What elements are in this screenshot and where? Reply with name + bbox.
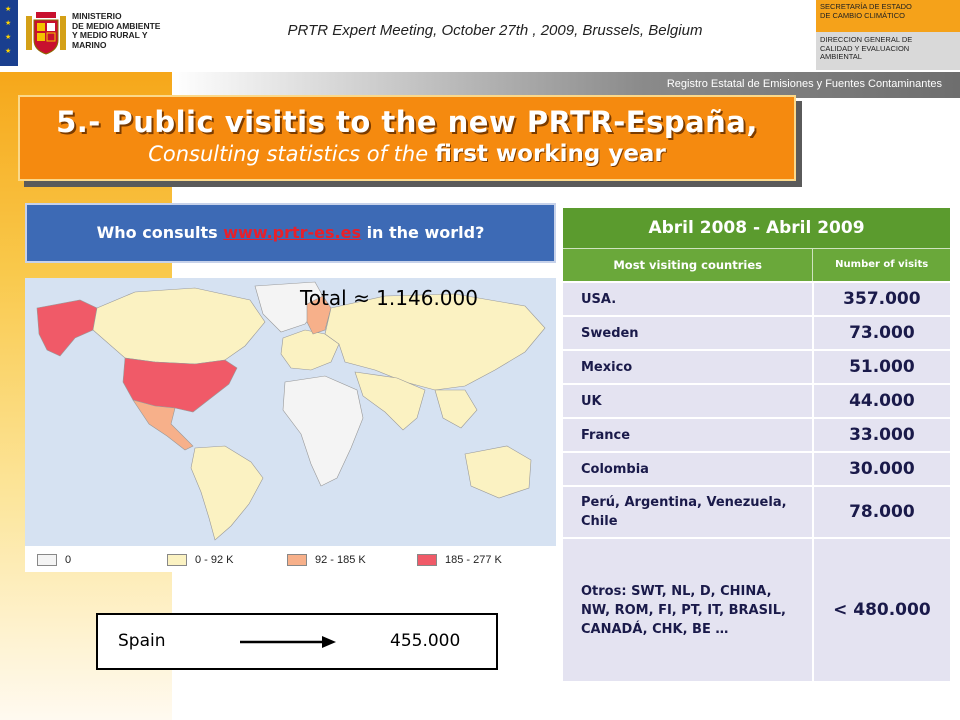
world-visits-map [25,278,556,546]
visits-table: Abril 2008 - Abril 2009 Most visiting co… [563,208,950,681]
slide-subtitle: Consulting statistics of the first worki… [20,141,794,167]
table-row: Otros: SWT, NL, D, CHINA, NW, ROM, FI, P… [563,537,950,681]
table-period-header: Abril 2008 - Abril 2009 [563,208,950,248]
legend-swatch [287,554,307,566]
table-row: Sweden 73.000 [563,315,950,349]
country-cell: UK [581,393,602,409]
map-australia [464,445,532,499]
map-legend: 0 0 - 92 K 92 - 185 K 185 - 277 K [25,546,556,572]
spain-label: Spain [118,631,166,651]
country-cell: Mexico [581,359,633,375]
country-cell: Otros: SWT, NL, D, CHINA, NW, ROM, FI, P… [581,583,786,637]
legend-swatch [37,554,57,566]
country-cell: Sweden [581,325,639,341]
direccion-line: AMBIENTAL [820,52,862,61]
spain-visits-box: Spain 455.000 [96,613,498,670]
map-southeast-asia [434,389,478,429]
spain-value: 455.000 [390,631,461,651]
visits-cell: 357.000 [811,283,950,315]
table-row: Perú, Argentina, Venezuela, Chile 78.000 [563,485,950,537]
eu-flag-strip: ★ ★ ★ ★ [0,0,18,66]
table-row: UK 44.000 [563,383,950,417]
visits-cell: 51.000 [811,351,950,383]
map-alaska [36,299,98,357]
table-row: France 33.000 [563,417,950,451]
map-canada [92,287,266,365]
conference-title: PRTR Expert Meeting, October 27th , 2009… [287,22,703,39]
legend-swatch [167,554,187,566]
prtr-website-link[interactable]: www.prtr-es.es [223,223,361,242]
column-header-visits: Number of visits [812,249,950,281]
subtitle-regular: Consulting statistics of the [148,142,435,166]
ministry-line: Y MEDIO RURAL Y MARINO [72,30,148,50]
spanish-coat-of-arms-icon [26,12,66,55]
ministry-name: MINISTERIO DE MEDIO AMBIENTE Y MEDIO RUR… [72,11,182,50]
map-south-america [190,445,264,541]
country-cell: Colombia [581,461,649,477]
column-header-countries: Most visiting countries [613,258,762,272]
visits-cell: 73.000 [811,317,950,349]
table-row: Mexico 51.000 [563,349,950,383]
secretaria-line: DE CAMBIO CLIMÁTICO [820,10,906,20]
arrow-right-icon [240,636,336,648]
visits-cell: 33.000 [811,419,950,451]
direccion-box: DIRECCION GENERAL DE CALIDAD Y EVALUACIO… [816,32,960,70]
header: ★ ★ ★ ★ MINISTERIO DE MEDIO AMBIENTE Y M… [0,0,960,72]
who-consults-box: Who consults www.prtr-es.es in the world… [25,203,556,263]
slide-title: 5.- Public visitis to the new PRTR-Españ… [56,105,758,139]
world-map-graphic [36,281,546,541]
country-cell: USA. [581,291,617,307]
visits-cell: < 480.000 [811,539,950,681]
who-text-after: in the world? [361,223,485,242]
legend-label: 185 - 277 K [445,554,502,566]
legend-label: 92 - 185 K [315,554,366,566]
legend-label: 0 - 92 K [195,554,234,566]
who-text-before: Who consults [96,223,224,242]
who-consults-text: Who consults www.prtr-es.es in the world… [27,223,554,242]
subtitle-bold: first working year [434,141,666,167]
country-cell: France [581,427,631,443]
visits-cell: 44.000 [811,385,950,417]
legend-swatch [417,554,437,566]
table-column-headers: Most visiting countries Number of visits [563,248,950,281]
registry-text: Registro Estatal de Emisiones y Fuentes … [666,78,942,90]
legend-label: 0 [65,554,72,566]
visits-cell: 30.000 [811,453,950,485]
country-cell: Perú, Argentina, Venezuela, Chile [581,495,787,529]
secretaria-box: SECRETARÍA DE ESTADO DE CAMBIO CLIMÁTICO [816,0,960,32]
total-visits: Total ≈ 1.146.000 [300,286,478,310]
slide-title-box: 5.- Public visitis to the new PRTR-Españ… [18,95,796,181]
table-row: USA. 357.000 [563,281,950,315]
map-africa [282,375,364,487]
table-row: Colombia 30.000 [563,451,950,485]
visits-cell: 78.000 [811,487,950,537]
